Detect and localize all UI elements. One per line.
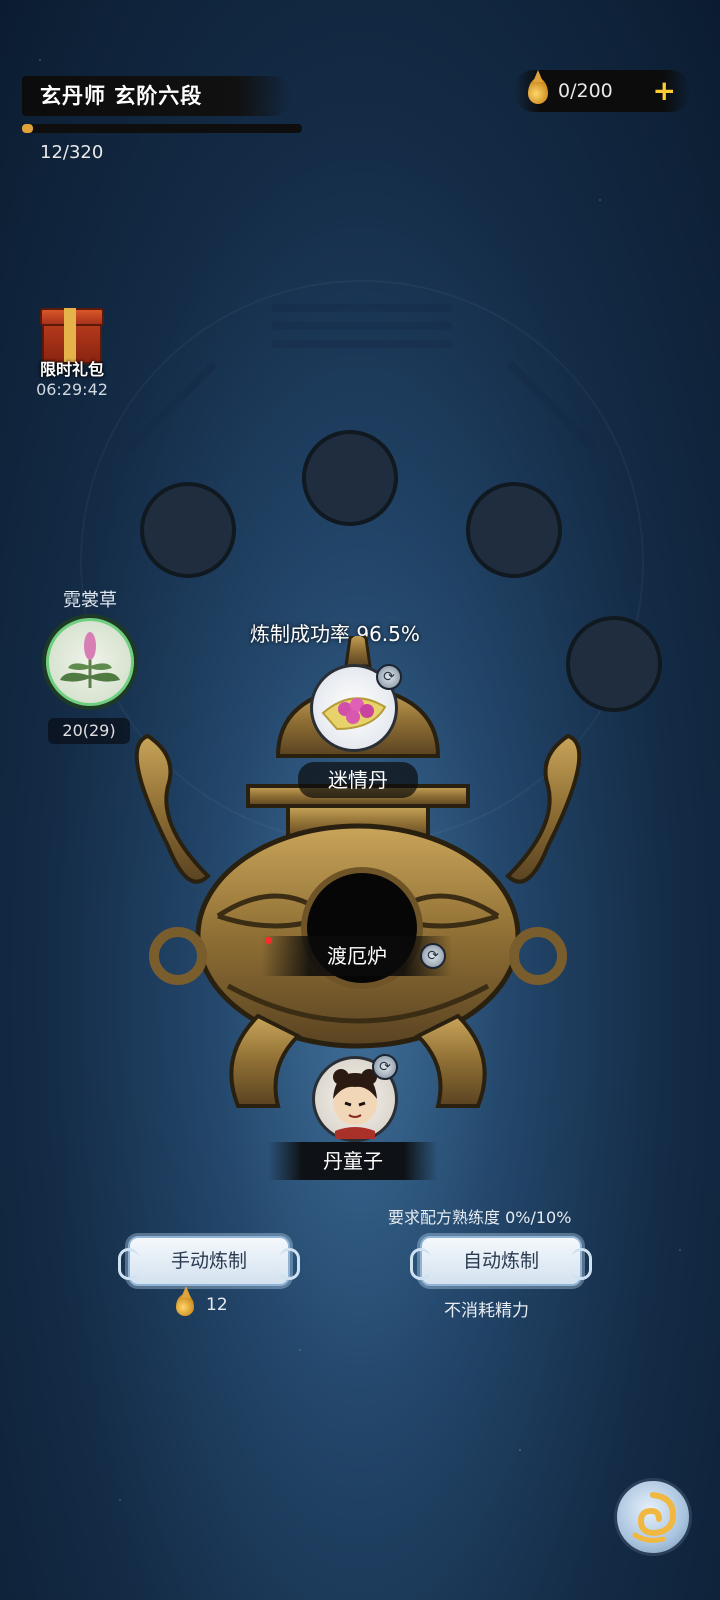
furnace-swap-icon[interactable]: ⟳ bbox=[420, 943, 446, 969]
assistant-name: 丹童子 bbox=[268, 1142, 438, 1180]
manual-cost: 12 bbox=[176, 1294, 228, 1316]
ingredient-slot-3[interactable] bbox=[466, 482, 562, 578]
swirl-icon bbox=[632, 1492, 677, 1543]
elixir-drop-icon bbox=[176, 1294, 194, 1316]
ingredient-slot-2[interactable] bbox=[302, 430, 398, 526]
pill-swap-icon[interactable]: ⟳ bbox=[376, 664, 402, 690]
xp-progress-bar bbox=[22, 124, 302, 133]
xp-progress-fill bbox=[22, 124, 33, 133]
manual-refine-button[interactable]: 手动炼制 bbox=[118, 1236, 300, 1286]
assistant-swap-icon[interactable]: ⟳ bbox=[372, 1054, 398, 1080]
currency-value: 0/200 bbox=[558, 80, 613, 102]
manual-cost-value: 12 bbox=[206, 1295, 228, 1315]
gift-label: 限时礼包 bbox=[39, 360, 104, 379]
gift-timer: 06:29:42 bbox=[36, 380, 108, 399]
notification-dot bbox=[265, 937, 272, 944]
rank-title: 玄丹师 玄阶六段 bbox=[22, 76, 292, 116]
swirl-menu-button[interactable] bbox=[614, 1478, 692, 1556]
plus-icon[interactable]: + bbox=[653, 77, 676, 105]
elixir-drop-icon bbox=[528, 78, 548, 104]
ingredient-slot-1[interactable] bbox=[140, 482, 236, 578]
energy-currency[interactable]: 0/200 + bbox=[514, 70, 690, 112]
proficiency-requirement: 要求配方熟练度 0%/10% bbox=[388, 1208, 572, 1227]
pill-name: 迷情丹 bbox=[298, 762, 418, 798]
auto-refine-button[interactable]: 自动炼制 bbox=[410, 1236, 592, 1286]
herb-name: 霓裳草 bbox=[63, 590, 117, 611]
auto-cost-note: 不消耗精力 bbox=[444, 1301, 529, 1321]
limited-gift-button[interactable]: 限时礼包 06:29:42 bbox=[32, 308, 112, 399]
xp-text: 12/320 bbox=[40, 142, 104, 163]
